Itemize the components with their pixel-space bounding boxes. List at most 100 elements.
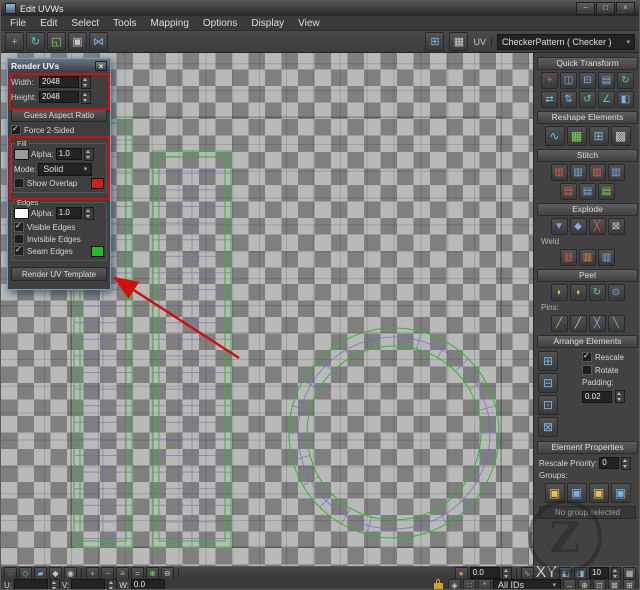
paint-select-add-icon[interactable]: ⊕ [146, 567, 159, 580]
pack-tight-icon[interactable]: ⊠ [538, 417, 558, 437]
unpin-tool-icon[interactable]: ╱ [570, 315, 587, 332]
group-create-icon[interactable]: ▣ [545, 483, 565, 503]
grow-selection-icon[interactable]: + [86, 567, 99, 580]
padding-spinner[interactable] [615, 390, 625, 403]
rotate-ccw-icon[interactable]: ↺ [579, 91, 596, 108]
height-field[interactable]: 2048 [39, 91, 79, 103]
group-settings-icon[interactable]: ▣ [611, 483, 631, 503]
polygon-mode-icon[interactable]: ▰ [34, 567, 47, 580]
fill-alpha-spinner[interactable] [84, 148, 94, 161]
freeform-gizmo-icon[interactable]: ▣ [68, 32, 87, 51]
pan-icon[interactable]: ↔ [563, 579, 576, 590]
peel-mode-icon[interactable]: ◖ [570, 284, 587, 301]
freeze-toggle-icon[interactable]: * [478, 579, 491, 590]
stitch-average-icon[interactable]: ▥ [589, 164, 606, 181]
pelt-map-icon[interactable]: ⊙ [608, 284, 625, 301]
rescale-priority-field[interactable]: 0 [599, 457, 619, 469]
pin-tool-icon[interactable]: ╱ [551, 315, 568, 332]
v-field[interactable] [71, 579, 105, 590]
menu-options[interactable]: Options [196, 18, 244, 29]
rollout-reshape-elements[interactable]: Reshape Elements [537, 111, 638, 124]
fill-alpha-field[interactable]: 1.0 [56, 148, 82, 160]
zoom-icon[interactable]: ⊕ [578, 579, 591, 590]
align-to-grid-icon[interactable]: ⊞ [589, 126, 609, 146]
unpin-selected-icon[interactable]: ╲ [608, 315, 625, 332]
falloff-curve-icon[interactable]: ∿ [521, 567, 534, 580]
stitch-custom-icon[interactable]: ▥ [551, 164, 568, 181]
peel-reset-icon[interactable]: ↻ [589, 284, 606, 301]
invisible-edges-checkbox[interactable] [14, 234, 24, 244]
ring-selection-icon[interactable]: = [131, 567, 144, 580]
w-field[interactable]: 0.0 [131, 579, 165, 590]
rotate-checkbox[interactable] [582, 365, 592, 375]
straighten-selection-icon[interactable]: ▦ [567, 126, 587, 146]
rotate-90-icon[interactable]: ∠ [598, 91, 615, 108]
stitch-tool-icon[interactable]: ▤ [560, 183, 577, 200]
window-titlebar[interactable]: Edit UVWs − □ × [1, 1, 639, 16]
close-icon[interactable]: × [616, 2, 635, 15]
soft-selection-spinner[interactable] [502, 567, 512, 580]
linear-align-icon[interactable]: ▤ [598, 72, 615, 89]
uv-lattice-icon[interactable]: ⊞ [425, 32, 444, 51]
menu-tools[interactable]: Tools [106, 18, 143, 29]
force-2sided-checkbox[interactable] [11, 125, 21, 135]
weld-selected-icon[interactable]: ▥ [560, 249, 577, 266]
zoom-region-icon[interactable]: ⊡ [593, 579, 606, 590]
stitch-to-target-icon[interactable]: ▥ [608, 164, 625, 181]
u-spinner[interactable] [50, 579, 60, 590]
menu-file[interactable]: File [3, 18, 33, 29]
texture-checker-dropdown[interactable]: CheckerPattern ( Checker ) ▾ [497, 34, 635, 50]
paint-select-remove-icon[interactable]: ⊖ [161, 567, 174, 580]
relax-icon[interactable]: ∿ [545, 126, 565, 146]
dialog-titlebar[interactable]: Render UVs × [8, 59, 110, 72]
overlap-color-swatch[interactable] [91, 178, 104, 189]
snap-toggle-icon[interactable]: ∷ [463, 579, 476, 590]
seam-edges-checkbox[interactable] [14, 246, 24, 256]
fill-mode-dropdown[interactable]: Solid ▾ [38, 163, 92, 176]
space-vertical-icon[interactable]: ⇅ [560, 91, 577, 108]
weld-all-icon[interactable]: ▥ [579, 249, 596, 266]
align-vertical-icon[interactable]: ⊟ [579, 72, 596, 89]
edge-alpha-field[interactable]: 1.0 [56, 207, 82, 219]
minimize-icon[interactable]: − [576, 2, 595, 15]
menu-select[interactable]: Select [64, 18, 106, 29]
rollout-stitch[interactable]: Stitch [537, 149, 638, 162]
edge-color-swatch[interactable] [14, 208, 29, 219]
lock-selection-icon[interactable] [434, 583, 443, 590]
menu-mapping[interactable]: Mapping [144, 18, 196, 29]
target-weld-icon[interactable]: ▥ [598, 249, 615, 266]
width-field[interactable]: 2048 [39, 76, 79, 88]
qt-move-icon[interactable]: + [541, 72, 558, 89]
quick-peel-icon[interactable]: ◗ [551, 284, 568, 301]
rollout-arrange-elements[interactable]: Arrange Elements [537, 335, 638, 348]
stitch-vertex-icon[interactable]: ▤ [598, 183, 615, 200]
visible-edges-checkbox[interactable] [14, 222, 24, 232]
soft-selection-field[interactable]: 0.0 [470, 567, 500, 579]
rollout-explode[interactable]: Explode [537, 203, 638, 216]
rollout-peel[interactable]: Peel [537, 269, 638, 282]
stitch-edge-icon[interactable]: ▤ [579, 183, 596, 200]
vertex-mode-icon[interactable]: ∴ [4, 567, 17, 580]
material-id-dropdown[interactable]: All IDs ▾ [493, 579, 561, 590]
render-uv-template-button[interactable]: Render UV Template [11, 267, 107, 281]
falloff-field[interactable]: 10 [589, 567, 609, 579]
fill-color-swatch[interactable] [14, 149, 29, 160]
menu-edit[interactable]: Edit [33, 18, 64, 29]
stitch-to-source-icon[interactable]: ▥ [570, 164, 587, 181]
menu-view[interactable]: View [291, 18, 327, 29]
height-spinner[interactable] [81, 91, 91, 104]
group-ungroup-icon[interactable]: ▣ [567, 483, 587, 503]
edge-alpha-spinner[interactable] [84, 207, 94, 220]
select-by-element-icon[interactable]: ◉ [64, 567, 77, 580]
v-spinner[interactable] [107, 579, 117, 590]
pack-custom-icon[interactable]: ⊟ [538, 373, 558, 393]
pack-normalize-icon[interactable]: ⊞ [538, 351, 558, 371]
align-to-edge-icon[interactable]: ◧ [617, 91, 634, 108]
make-grid-icon[interactable]: ▩ [611, 126, 631, 146]
loop-selection-icon[interactable]: ≡ [116, 567, 129, 580]
edge-mode-icon[interactable]: ◇ [19, 567, 32, 580]
flatten-by-group-icon[interactable]: ▼ [551, 218, 568, 235]
width-spinner[interactable] [81, 76, 91, 89]
maximize-icon[interactable]: □ [596, 2, 615, 15]
break-icon[interactable]: ╳ [589, 218, 606, 235]
